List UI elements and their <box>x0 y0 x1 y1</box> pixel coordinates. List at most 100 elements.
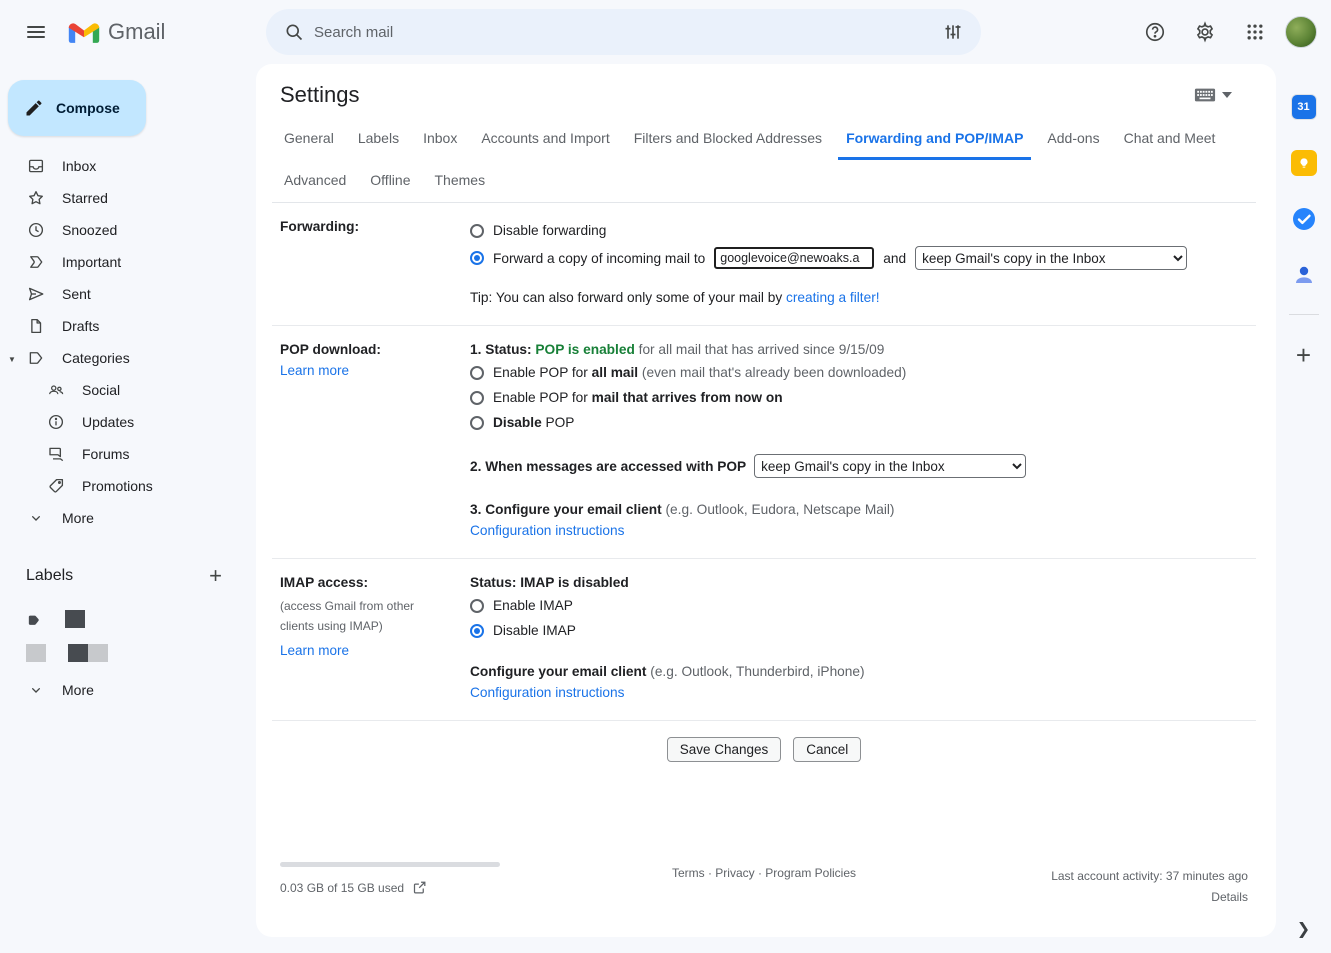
rail-divider <box>1289 314 1319 315</box>
settings-gear-icon[interactable] <box>1185 12 1225 52</box>
sidebar-item-label: Inbox <box>62 158 96 174</box>
tip-text: Tip: You can also forward only some of y… <box>470 290 782 305</box>
enable-pop-now-label: Enable POP for mail that arrives from no… <box>493 388 783 407</box>
creating-a-filter-link[interactable]: creating a filter! <box>786 290 880 305</box>
labels-more[interactable]: More <box>0 674 256 706</box>
last-activity-text: Last account activity: 37 minutes ago <box>925 866 1248 886</box>
sidebar-item-label: Social <box>82 382 120 398</box>
input-tools-button[interactable] <box>1194 87 1232 103</box>
radio-enable-imap[interactable] <box>470 599 484 613</box>
sidebar-item-updates[interactable]: Updates <box>0 406 256 438</box>
pop-configure-line: 3. Configure your email client (e.g. Out… <box>470 502 1248 517</box>
pop-configure-rest: (e.g. Outlook, Eudora, Netscape Mail) <box>665 502 894 517</box>
imap-access-section: IMAP access: (access Gmail from other cl… <box>272 559 1256 721</box>
and-text: and <box>883 249 906 268</box>
radio-enable-pop-now[interactable] <box>470 391 484 405</box>
tab-accounts-and-import[interactable]: Accounts and Import <box>473 118 617 160</box>
contacts-icon[interactable] <box>1287 258 1321 292</box>
tab-offline[interactable]: Offline <box>362 160 418 202</box>
calendar-icon[interactable]: 31 <box>1287 90 1321 124</box>
enable-pop-all-mail-option[interactable]: Enable POP for all mail (even mail that'… <box>470 363 1248 382</box>
storage-meter <box>280 862 500 867</box>
star-icon <box>26 189 46 207</box>
expand-triangle-icon[interactable]: ▼ <box>8 355 16 364</box>
sidebar-item-label: Important <box>62 254 121 270</box>
sidebar-item-more[interactable]: More <box>0 502 256 534</box>
top-bar: Gmail <box>0 0 1331 64</box>
sidebar-item-social[interactable]: Social <box>0 374 256 406</box>
pop-download-section: POP download: Learn more 1. Status: POP … <box>272 326 1256 559</box>
tab-labels[interactable]: Labels <box>350 118 407 160</box>
tab-forwarding-and-pop-imap[interactable]: Forwarding and POP/IMAP <box>838 118 1031 160</box>
label-item-redacted[interactable] <box>0 602 256 636</box>
pop-action-select[interactable]: keep Gmail's copy in the Inbox <box>754 454 1026 478</box>
show-side-panel-icon[interactable]: ❯ <box>1297 919 1310 939</box>
disable-imap-option[interactable]: Disable IMAP <box>470 621 1248 640</box>
get-add-ons-button[interactable]: + <box>1296 345 1311 365</box>
help-icon[interactable] <box>1135 12 1175 52</box>
imap-learn-more-link[interactable]: Learn more <box>280 643 349 658</box>
sidebar-item-drafts[interactable]: Drafts <box>0 310 256 342</box>
search-icon[interactable] <box>274 12 314 52</box>
save-changes-button[interactable]: Save Changes <box>667 737 782 762</box>
category-tag-icon: ▼ <box>26 349 46 367</box>
forward-copy-option[interactable]: Forward a copy of incoming mail to and k… <box>470 246 1248 270</box>
tab-general[interactable]: General <box>276 118 342 160</box>
radio-disable-pop[interactable] <box>470 416 484 430</box>
tasks-icon[interactable] <box>1287 202 1321 236</box>
sidebar-item-sent[interactable]: Sent <box>0 278 256 310</box>
enable-pop-from-now-option[interactable]: Enable POP for mail that arrives from no… <box>470 388 1248 407</box>
important-marker-icon <box>26 253 46 271</box>
gmail-logo[interactable]: Gmail <box>68 19 218 45</box>
imap-configuration-instructions-link[interactable]: Configuration instructions <box>470 685 624 700</box>
sidebar-item-categories[interactable]: ▼ Categories <box>0 342 256 374</box>
label-name-redacted <box>65 610 85 628</box>
google-apps-grid-icon[interactable] <box>1235 12 1275 52</box>
pop-status-value: POP is enabled <box>535 342 634 357</box>
tab-chat-and-meet[interactable]: Chat and Meet <box>1116 118 1224 160</box>
tab-themes[interactable]: Themes <box>427 160 494 202</box>
tab-advanced[interactable]: Advanced <box>276 160 354 202</box>
cancel-button[interactable]: Cancel <box>793 737 861 762</box>
forward-action-select[interactable]: keep Gmail's copy in the Inbox <box>915 246 1187 270</box>
disable-forwarding-option[interactable]: Disable forwarding <box>470 221 1248 240</box>
sidebar-item-starred[interactable]: Starred <box>0 182 256 214</box>
create-label-button[interactable]: + <box>209 563 222 589</box>
gmail-m-icon <box>68 20 100 45</box>
sidebar-item-important[interactable]: Important <box>0 246 256 278</box>
enable-imap-option[interactable]: Enable IMAP <box>470 596 1248 615</box>
search-input[interactable] <box>314 24 933 41</box>
label-item-redacted[interactable] <box>0 636 256 670</box>
pop-when-row: 2. When messages are accessed with POP k… <box>470 454 1248 478</box>
radio-disable-imap[interactable] <box>470 624 484 638</box>
details-link[interactable]: Details <box>1211 890 1248 904</box>
disable-pop-option[interactable]: Disable POP <box>470 413 1248 432</box>
legal-links[interactable]: Terms · Privacy · Program Policies <box>603 862 926 907</box>
tab-add-ons[interactable]: Add-ons <box>1039 118 1107 160</box>
keep-icon[interactable] <box>1287 146 1321 180</box>
tab-filters-and-blocked-addresses[interactable]: Filters and Blocked Addresses <box>626 118 830 160</box>
sidebar-item-promotions[interactable]: Promotions <box>0 470 256 502</box>
hamburger-icon <box>27 26 45 38</box>
clock-icon <box>26 221 46 239</box>
radio-disable-forwarding[interactable] <box>470 224 484 238</box>
pop-when-label: 2. When messages are accessed with POP <box>470 459 746 474</box>
pop-learn-more-link[interactable]: Learn more <box>280 363 349 378</box>
settings-panel: Settings General Labels Inbox Accounts a… <box>256 64 1276 937</box>
sidebar-item-inbox[interactable]: Inbox <box>0 150 256 182</box>
imap-access-sublabel: (access Gmail from other clients using I… <box>280 596 450 637</box>
sidebar-item-snoozed[interactable]: Snoozed <box>0 214 256 246</box>
tab-inbox[interactable]: Inbox <box>415 118 465 160</box>
search-bar[interactable] <box>266 9 981 55</box>
radio-forward-copy[interactable] <box>470 251 484 265</box>
storage-info: 0.03 GB of 15 GB used <box>280 862 603 907</box>
account-avatar[interactable] <box>1285 16 1317 48</box>
compose-button[interactable]: Compose <box>8 80 146 136</box>
pop-configuration-instructions-link[interactable]: Configuration instructions <box>470 523 624 538</box>
forward-address-input[interactable] <box>714 247 874 269</box>
external-link-icon[interactable] <box>412 880 427 895</box>
radio-enable-pop-all[interactable] <box>470 366 484 380</box>
main-menu-button[interactable] <box>12 8 60 56</box>
sidebar-item-forums[interactable]: Forums <box>0 438 256 470</box>
search-options-icon[interactable] <box>933 12 973 52</box>
